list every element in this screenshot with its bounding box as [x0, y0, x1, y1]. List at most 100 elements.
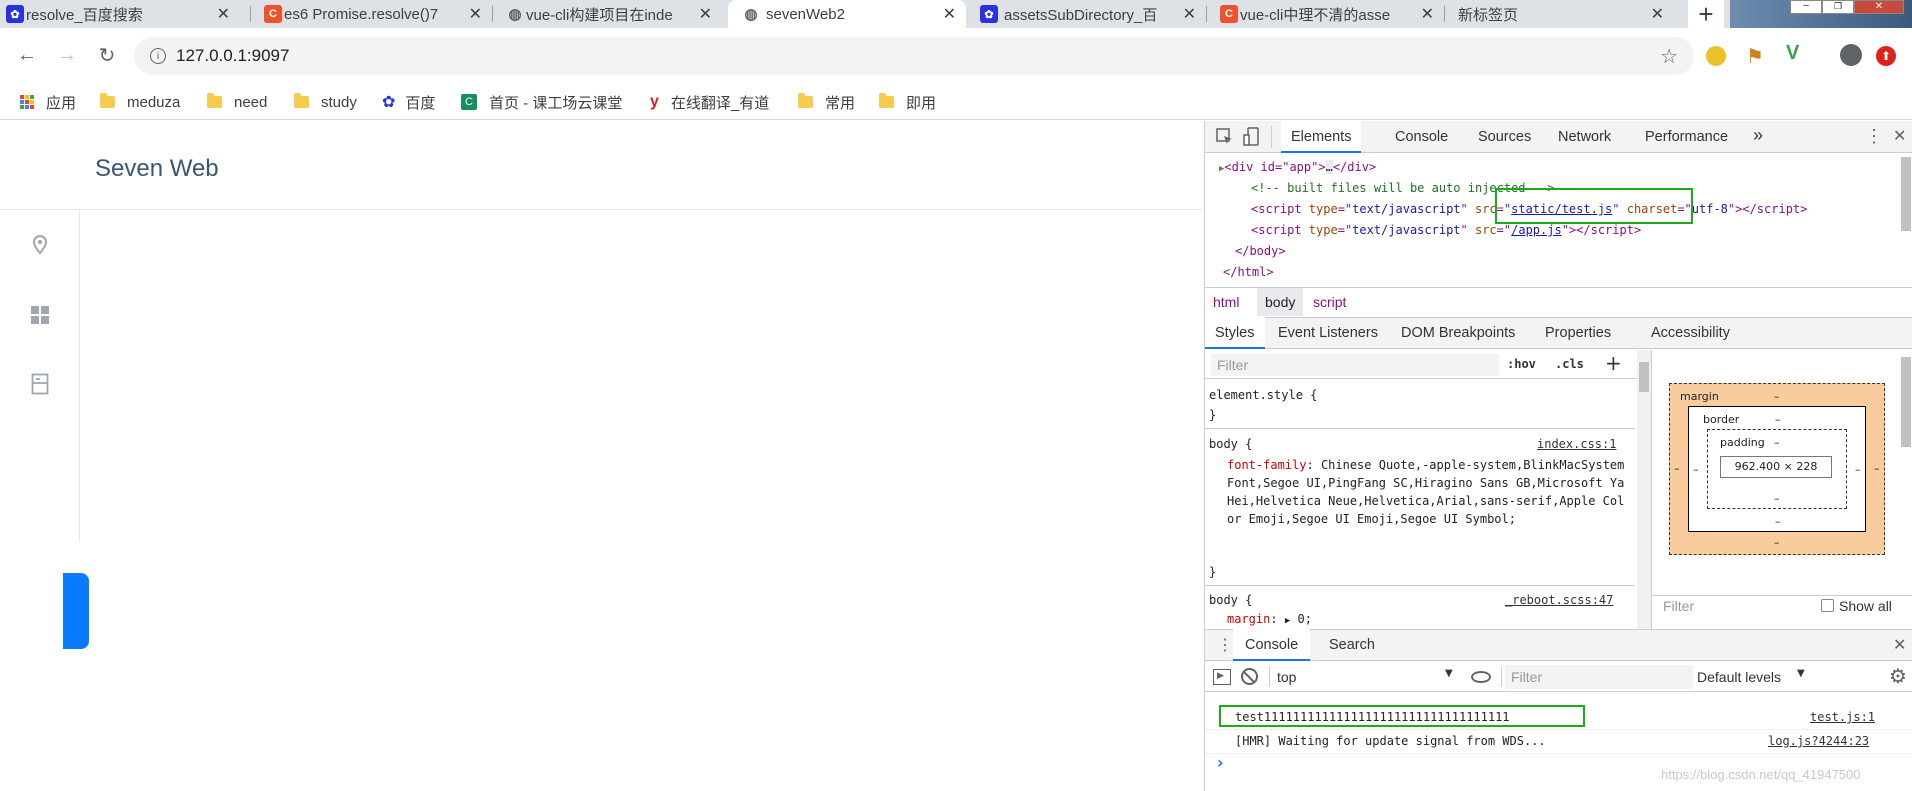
close-tab-icon[interactable]: ✕	[943, 4, 956, 24]
breadcrumb-html[interactable]: html	[1213, 294, 1239, 310]
console-source-link[interactable]: test.js:1	[1810, 710, 1875, 724]
close-tab-icon[interactable]: ✕	[1183, 4, 1196, 24]
tab-vue-cli-index[interactable]: ◍ vue-cli构建项目在inde ✕	[500, 0, 722, 28]
bookmark-changyong[interactable]: 常用	[798, 84, 855, 120]
update-icon[interactable]: ⬆	[1876, 46, 1896, 66]
bookmark-youdao[interactable]: y 在线翻译_有道	[650, 84, 769, 120]
box-model-border[interactable]: border – – – – padding – – 962.400 × 228	[1688, 406, 1866, 532]
close-tab-icon[interactable]: ✕	[699, 4, 712, 24]
element-style-selector[interactable]: element.style {	[1209, 388, 1317, 402]
style-declaration[interactable]: font-family: Chinese Quote,-apple-system…	[1227, 456, 1627, 528]
tab-console[interactable]: Console	[1395, 129, 1448, 145]
bookmark-jiyong[interactable]: 即用	[879, 84, 936, 120]
subtab-styles[interactable]: Styles	[1205, 317, 1265, 349]
breadcrumb-script[interactable]: script	[1313, 294, 1346, 310]
apps-grid-icon[interactable]	[30, 305, 50, 325]
style-rule-selector[interactable]: body {	[1209, 593, 1252, 607]
show-all-checkbox[interactable]	[1821, 599, 1834, 612]
close-window-button[interactable]: ✕	[1854, 0, 1904, 14]
clear-console-icon[interactable]	[1241, 668, 1258, 685]
styles-filter-input[interactable]: Filter	[1211, 354, 1499, 376]
tab-resolve-baidu[interactable]: ✿ resolve_百度搜索 ✕	[0, 0, 240, 28]
subtab-accessibility[interactable]: Accessibility	[1651, 325, 1730, 341]
maximize-button[interactable]: ❐	[1822, 0, 1854, 14]
close-tab-icon[interactable]: ✕	[1421, 4, 1434, 24]
dom-html-close[interactable]: </html>	[1223, 265, 1274, 279]
box-model-content[interactable]: 962.400 × 228	[1720, 456, 1832, 478]
box-model-padding[interactable]: padding – – 962.400 × 228	[1707, 429, 1847, 509]
collapse-handle[interactable]	[63, 573, 89, 649]
tab-sources[interactable]: Sources	[1478, 129, 1531, 145]
style-source-link[interactable]: _reboot.scss:47	[1505, 593, 1613, 607]
tab-sevenweb2[interactable]: ◍ sevenWeb2 ✕	[728, 0, 966, 28]
tab-network[interactable]: Network	[1558, 129, 1611, 145]
close-tab-icon[interactable]: ✕	[217, 4, 230, 24]
back-button[interactable]: ←	[12, 40, 42, 70]
bookmark-study[interactable]: study	[294, 84, 357, 120]
bookmark-star-icon[interactable]: ☆	[1660, 44, 1678, 69]
close-tab-icon[interactable]: ✕	[469, 4, 482, 24]
console-settings-icon[interactable]: ⚙	[1889, 664, 1907, 688]
hov-toggle[interactable]: :hov	[1507, 357, 1536, 371]
location-icon[interactable]	[28, 233, 52, 257]
subtab-properties[interactable]: Properties	[1545, 325, 1611, 341]
new-tab-button[interactable]: +	[1688, 0, 1724, 29]
script-src-link[interactable]: /app.js	[1511, 223, 1562, 237]
box-model-margin[interactable]: margin – – – – border – – – – padding – …	[1669, 383, 1885, 555]
tab-performance[interactable]: Performance	[1645, 129, 1728, 145]
subtab-dom-breakpoints[interactable]: DOM Breakpoints	[1401, 325, 1515, 341]
tab-elements[interactable]: Elements	[1281, 121, 1362, 153]
breadcrumb-body[interactable]: body	[1257, 288, 1304, 316]
tab-es6-promise[interactable]: C es6 Promise.resolve()7 ✕	[258, 0, 492, 28]
devtools-menu-icon[interactable]: ⋮	[1865, 126, 1883, 147]
bookmark-baidu[interactable]: ✿ 百度	[382, 84, 435, 120]
tab-assets-subdirectory[interactable]: ✿ assetsSubDirectory_百 ✕	[972, 0, 1206, 28]
close-devtools-icon[interactable]: ✕	[1893, 126, 1906, 146]
console-prompt[interactable]: ›	[1217, 753, 1224, 772]
context-selector[interactable]: top	[1277, 669, 1296, 685]
close-drawer-icon[interactable]: ✕	[1893, 635, 1906, 655]
computed-filter-input[interactable]: Filter	[1663, 598, 1694, 614]
profile-avatar-icon[interactable]	[1840, 44, 1862, 66]
new-style-rule-icon[interactable]: +	[1605, 351, 1622, 375]
style-rule-selector[interactable]: body {	[1209, 437, 1252, 451]
info-icon[interactable]: i	[150, 48, 166, 64]
document-icon[interactable]	[31, 373, 49, 395]
live-expression-icon[interactable]	[1471, 671, 1491, 683]
dom-body-close[interactable]: </body>	[1235, 244, 1286, 258]
levels-dropdown-icon[interactable]: ▼	[1797, 668, 1805, 679]
styles-scrollbar[interactable]	[1637, 350, 1651, 629]
bookmark-meduza[interactable]: meduza	[100, 84, 180, 120]
cls-toggle[interactable]: .cls	[1555, 357, 1584, 371]
bookmark-need[interactable]: need	[207, 84, 267, 120]
style-source-link[interactable]: index.css:1	[1537, 437, 1616, 451]
close-tab-icon[interactable]: ✕	[1651, 4, 1664, 24]
forward-button[interactable]: →	[52, 40, 82, 70]
bookmark-apps[interactable]: 应用	[20, 84, 76, 120]
bookmark-kgc[interactable]: C 首页 - 课工场云课堂	[461, 84, 622, 120]
device-toolbar-icon[interactable]	[1243, 127, 1263, 147]
more-tabs-icon[interactable]: »	[1753, 125, 1763, 146]
reload-button[interactable]: ↻	[92, 40, 122, 70]
drawer-menu-icon[interactable]: ⋮	[1217, 635, 1233, 655]
address-bar[interactable]: i 127.0.0.1:9097 ☆	[134, 37, 1694, 75]
show-sidebar-icon[interactable]: ▶	[1213, 669, 1231, 685]
computed-scrollbar[interactable]	[1901, 357, 1911, 447]
console-message[interactable]: [HMR] Waiting for update signal from WDS…	[1235, 734, 1546, 748]
extension-sync-icon[interactable]	[1706, 46, 1726, 66]
inspect-element-icon[interactable]	[1215, 127, 1235, 147]
vue-devtools-icon[interactable]: V	[1786, 42, 1799, 65]
style-declaration[interactable]: margin: ▶ 0;	[1227, 612, 1312, 626]
console-filter-input[interactable]: Filter	[1511, 669, 1542, 685]
dom-node-app[interactable]: ▶<div id="app">…</div>	[1219, 160, 1376, 174]
subtab-event-listeners[interactable]: Event Listeners	[1278, 325, 1378, 341]
extension-flag-icon[interactable]: ⚑	[1746, 44, 1764, 69]
minimize-button[interactable]: –	[1790, 0, 1822, 14]
elements-scrollbar[interactable]	[1901, 157, 1911, 231]
dom-node-script-app[interactable]: <script type="text/javascript" src="/app…	[1251, 223, 1641, 237]
tab-vue-cli-assets[interactable]: C vue-cli中理不清的asse ✕	[1214, 0, 1444, 28]
drawer-tab-search[interactable]: Search	[1329, 637, 1375, 653]
context-dropdown-icon[interactable]: ▼	[1445, 668, 1453, 679]
log-levels-dropdown[interactable]: Default levels	[1697, 669, 1781, 685]
tab-new-tab[interactable]: 新标签页 ✕	[1446, 0, 1674, 28]
